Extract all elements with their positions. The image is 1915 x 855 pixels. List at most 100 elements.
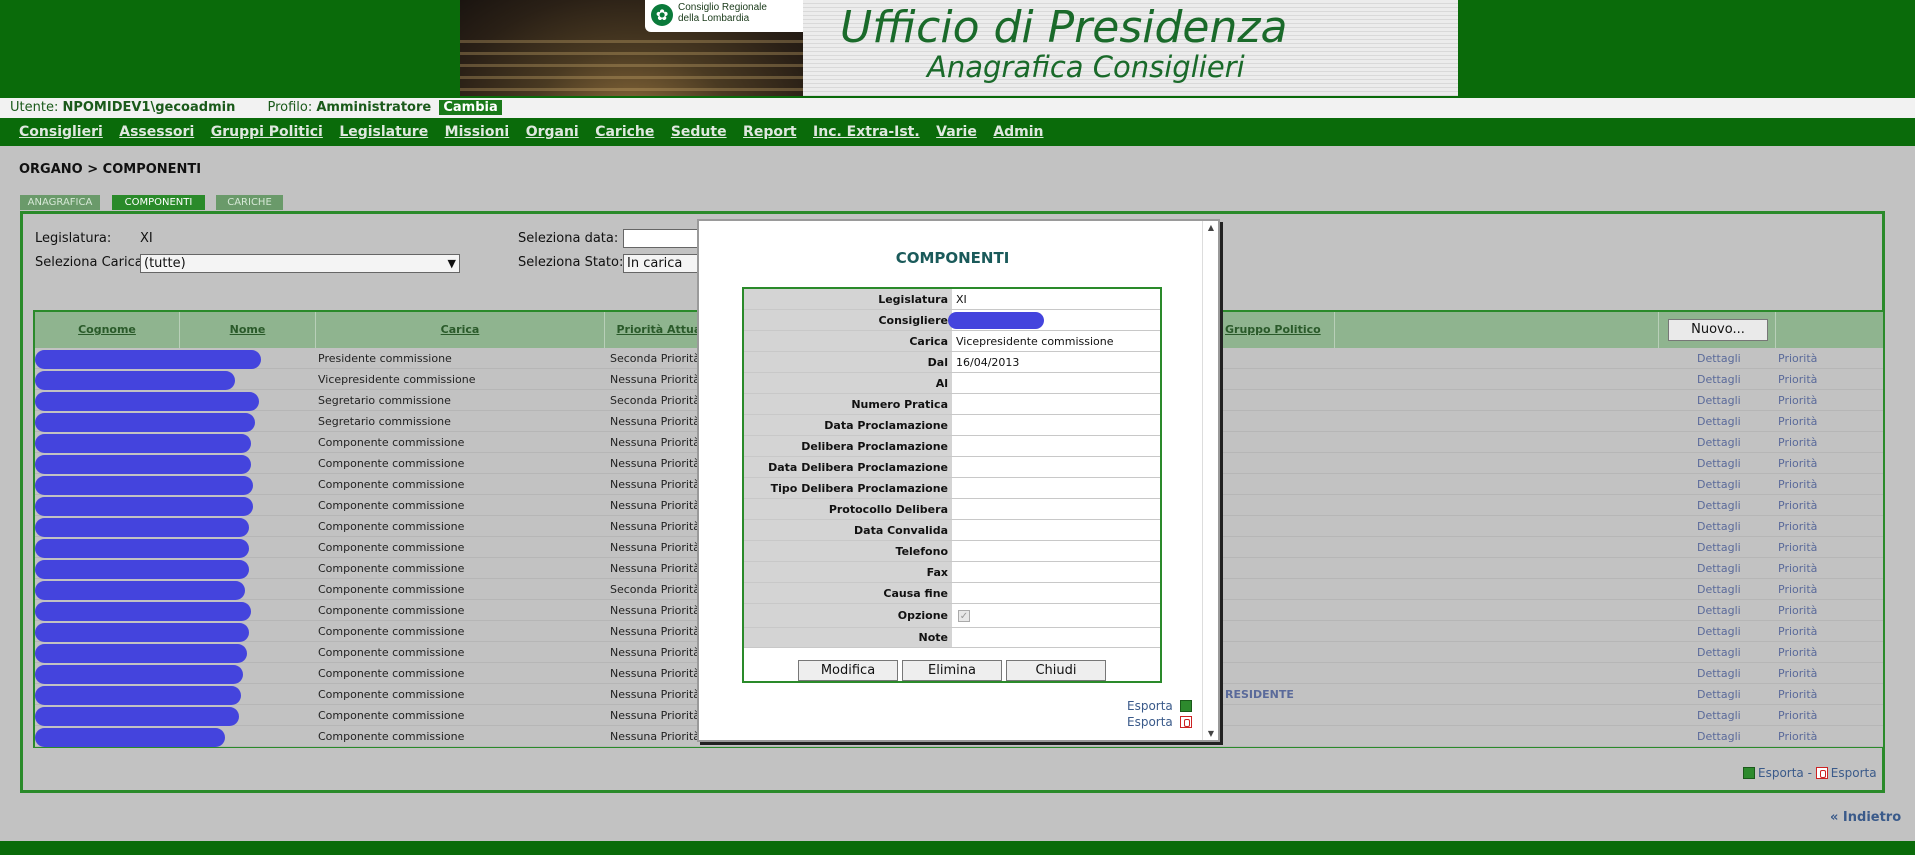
modal-export-pdf[interactable]: Esporta (1127, 715, 1195, 729)
priorita-link[interactable]: Priorità (1778, 411, 1817, 432)
nav-cariche[interactable]: Cariche (595, 124, 654, 140)
dettagli-link[interactable]: Dettagli (1697, 621, 1741, 642)
row-carica: Componente commissione (318, 436, 465, 449)
priorita-link[interactable]: Priorità (1778, 495, 1817, 516)
row-priorita: Nessuna Priorità (610, 541, 701, 554)
priorita-link[interactable]: Priorità (1778, 600, 1817, 621)
dettagli-link[interactable]: Dettagli (1697, 663, 1741, 684)
priorita-link[interactable]: Priorità (1778, 579, 1817, 600)
priorita-link[interactable]: Priorità (1778, 432, 1817, 453)
detail-row: Carica Vicepresidente commissione (744, 331, 1160, 352)
modifica-button[interactable]: Modifica (798, 660, 898, 681)
dettagli-link[interactable]: Dettagli (1697, 642, 1741, 663)
nav-missioni[interactable]: Missioni (445, 124, 510, 140)
breadcrumb: ORGANO > COMPONENTI (19, 162, 202, 177)
dettagli-link[interactable]: Dettagli (1697, 369, 1741, 390)
priorita-link[interactable]: Priorità (1778, 642, 1817, 663)
pdf-icon[interactable] (1179, 716, 1192, 728)
dettagli-link[interactable]: Dettagli (1697, 726, 1741, 747)
redacted-name (35, 581, 245, 600)
nav-consiglieri[interactable]: Consiglieri (19, 124, 103, 140)
priorita-link[interactable]: Priorità (1778, 369, 1817, 390)
detail-row: Data Convalida (744, 520, 1160, 541)
nav-legislature[interactable]: Legislature (339, 124, 428, 140)
elimina-button[interactable]: Elimina (902, 660, 1002, 681)
redacted-name (35, 623, 249, 642)
main-nav: Consiglieri Assessori Gruppi Politici Le… (0, 118, 1915, 146)
cambia-profile-button[interactable]: Cambia (439, 100, 502, 115)
priorita-link[interactable]: Priorità (1778, 621, 1817, 642)
dettagli-link[interactable]: Dettagli (1697, 411, 1741, 432)
priorita-link[interactable]: Priorità (1778, 516, 1817, 537)
modal-title: COMPONENTI (895, 249, 1010, 267)
chiudi-button[interactable]: Chiudi (1006, 660, 1106, 681)
stato-select[interactable]: In carica (623, 254, 703, 273)
row-priorita: Nessuna Priorità (610, 436, 701, 449)
modal-scrollbar[interactable] (1202, 221, 1218, 740)
dettagli-link[interactable]: Dettagli (1697, 453, 1741, 474)
scroll-down-arrow-icon[interactable]: ▼ (1208, 729, 1214, 738)
tab-anagrafica[interactable]: ANAGRAFICA (20, 195, 100, 210)
nav-organi[interactable]: Organi (526, 124, 579, 140)
export-excel-link[interactable]: Esporta (1758, 766, 1804, 780)
modal-export-excel-label[interactable]: Esporta (1127, 699, 1173, 713)
priorita-link[interactable]: Priorità (1778, 474, 1817, 495)
dettagli-link[interactable]: Dettagli (1697, 558, 1741, 579)
dettagli-link[interactable]: Dettagli (1697, 474, 1741, 495)
nav-varie[interactable]: Varie (936, 124, 977, 140)
export-pdf-link[interactable]: Esporta (1831, 766, 1877, 780)
detail-label: Data Convalida (744, 520, 952, 540)
excel-icon[interactable] (1179, 700, 1192, 712)
dettagli-link[interactable]: Dettagli (1697, 684, 1741, 705)
row-priorita: Nessuna Priorità (610, 520, 701, 533)
nav-report[interactable]: Report (743, 124, 797, 140)
dettagli-link[interactable]: Dettagli (1697, 390, 1741, 411)
priorita-link[interactable]: Priorità (1778, 453, 1817, 474)
tab-cariche[interactable]: CARICHE (216, 195, 283, 210)
col-nome[interactable]: Nome (180, 312, 316, 348)
dettagli-link[interactable]: Dettagli (1697, 579, 1741, 600)
nav-gruppi-politici[interactable]: Gruppi Politici (211, 124, 323, 140)
detail-row: Data Proclamazione (744, 415, 1160, 436)
dettagli-link[interactable]: Dettagli (1697, 432, 1741, 453)
opzione-checkbox[interactable]: ✓ (958, 610, 970, 622)
nav-sedute[interactable]: Sedute (671, 124, 727, 140)
scroll-up-arrow-icon[interactable]: ▲ (1208, 223, 1214, 232)
col-gruppo-politico[interactable]: Gruppo Politico (1225, 312, 1335, 348)
dettagli-link[interactable]: Dettagli (1697, 537, 1741, 558)
detail-row: Data Delibera Proclamazione (744, 457, 1160, 478)
dettagli-link[interactable]: Dettagli (1697, 705, 1741, 726)
carica-select[interactable]: (tutte) ▼ (140, 254, 460, 273)
dettagli-link[interactable]: Dettagli (1697, 495, 1741, 516)
col-carica[interactable]: Carica (316, 312, 605, 348)
profilo-value: Amministratore (316, 100, 432, 115)
priorita-link[interactable]: Priorità (1778, 663, 1817, 684)
priorita-link[interactable]: Priorità (1778, 348, 1817, 369)
back-link[interactable]: « Indietro (1830, 810, 1901, 825)
nav-admin[interactable]: Admin (993, 124, 1043, 140)
priorita-link[interactable]: Priorità (1778, 684, 1817, 705)
detail-label: Dal (744, 352, 952, 372)
dettagli-link[interactable]: Dettagli (1697, 348, 1741, 369)
priorita-link[interactable]: Priorità (1778, 390, 1817, 411)
priorita-link[interactable]: Priorità (1778, 537, 1817, 558)
data-input[interactable] (623, 229, 703, 248)
nav-inc-extra-ist[interactable]: Inc. Extra-Ist. (813, 124, 920, 140)
modal-export-pdf-label[interactable]: Esporta (1127, 715, 1173, 729)
nav-assessori[interactable]: Assessori (119, 124, 194, 140)
dettagli-link[interactable]: Dettagli (1697, 516, 1741, 537)
priorita-link[interactable]: Priorità (1778, 726, 1817, 747)
excel-icon[interactable] (1743, 767, 1755, 779)
detail-value: 16/04/2013 (956, 356, 1020, 369)
row-carica: Segretario commissione (318, 394, 451, 407)
col-cognome[interactable]: Cognome (35, 312, 180, 348)
app-subtitle: Anagrafica Consiglieri (927, 50, 1245, 84)
detail-row: Opzione ✓ (744, 604, 1160, 628)
priorita-link[interactable]: Priorità (1778, 558, 1817, 579)
pdf-icon[interactable] (1815, 767, 1828, 779)
priorita-link[interactable]: Priorità (1778, 705, 1817, 726)
tab-componenti[interactable]: COMPONENTI (112, 195, 205, 210)
modal-export-excel[interactable]: Esporta (1127, 699, 1195, 713)
dettagli-link[interactable]: Dettagli (1697, 600, 1741, 621)
nuovo-button[interactable]: Nuovo... (1668, 319, 1768, 341)
